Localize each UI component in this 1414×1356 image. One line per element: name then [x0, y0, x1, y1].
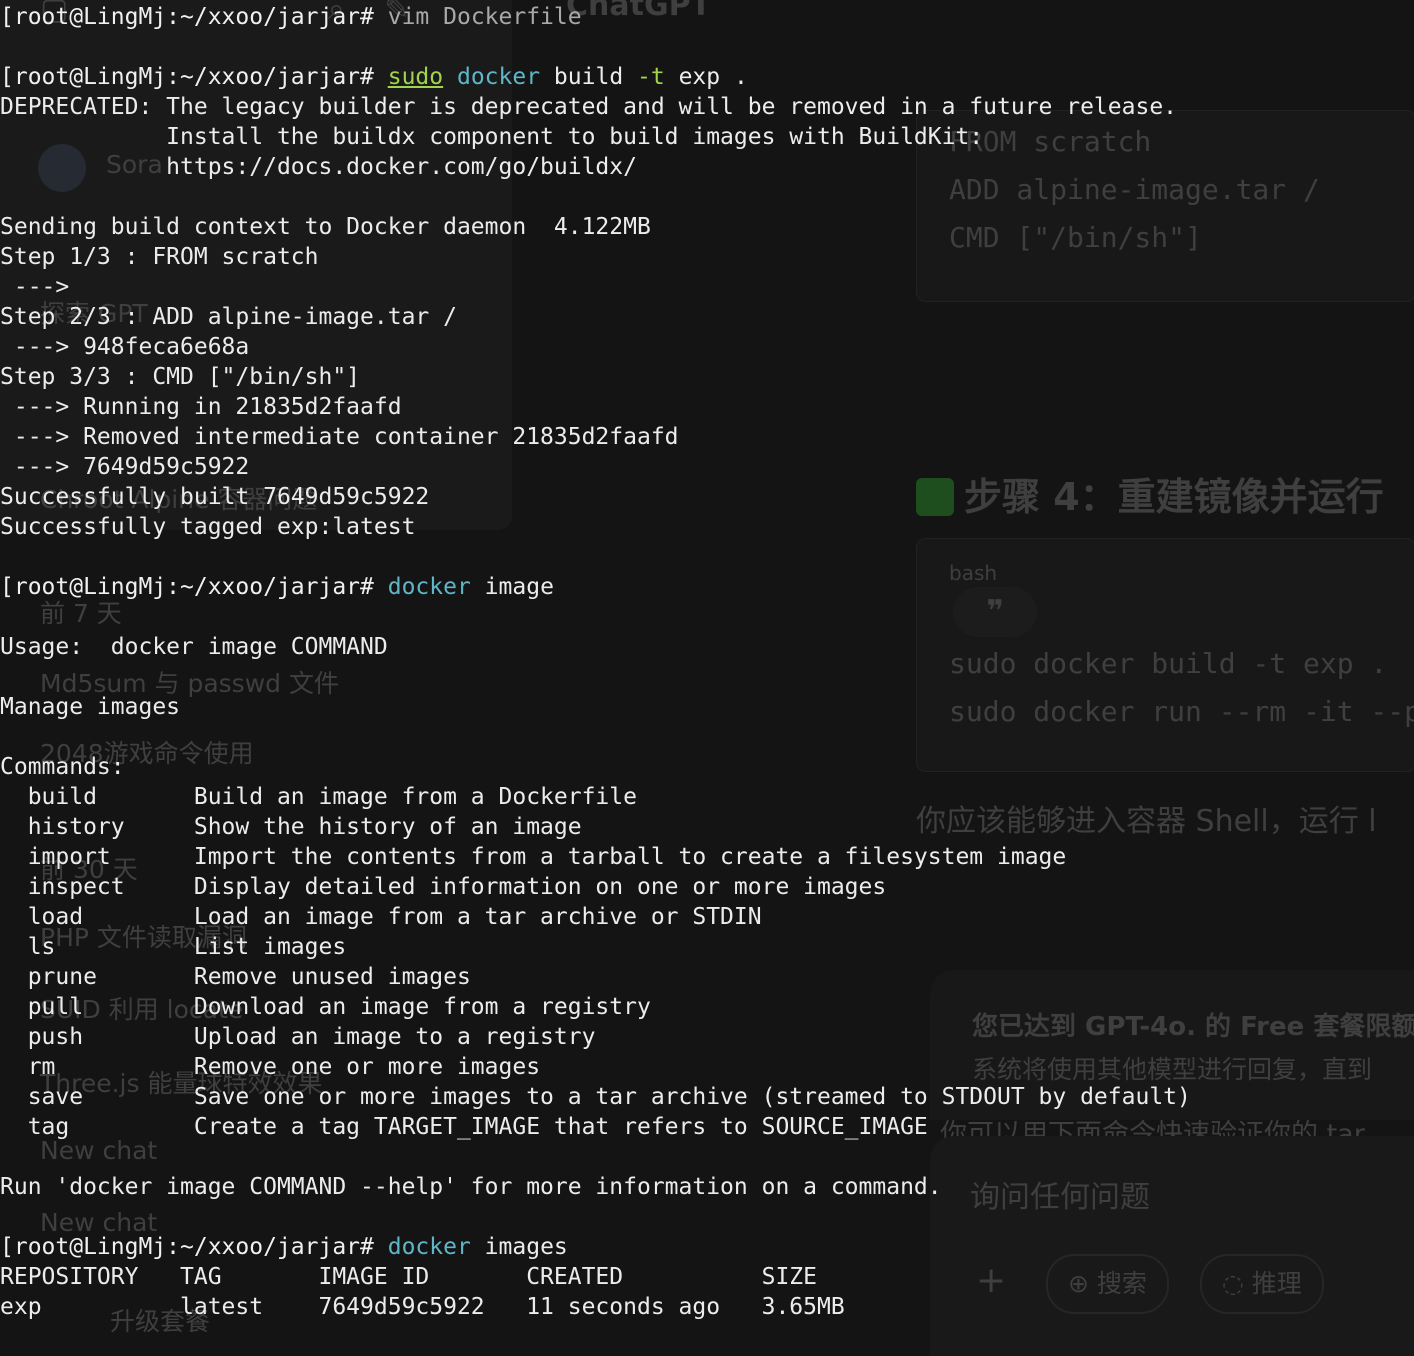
- terminal-text: Commands:: [0, 754, 125, 780]
- terminal-text: ---> 948feca6e68a: [0, 334, 250, 360]
- terminal-line: [root@LingMj:~/xxoo/jarjar# docker image: [0, 572, 1414, 602]
- terminal-text: prune Remove unused images: [0, 964, 471, 990]
- terminal-text: ---> Removed intermediate container 2183…: [0, 424, 679, 450]
- terminal-text: Successfully tagged exp:latest: [0, 514, 416, 540]
- terminal-line: tag Create a tag TARGET_IMAGE that refer…: [0, 1112, 1414, 1142]
- terminal-line: Manage images: [0, 692, 1414, 722]
- terminal-line: [root@LingMj:~/xxoo/jarjar# vim Dockerfi…: [0, 2, 1414, 32]
- terminal-text: exp .: [664, 64, 748, 90]
- terminal-line: exp latest 7649d59c5922 11 seconds ago 3…: [0, 1292, 1414, 1322]
- terminal-text: build Build an image from a Dockerfile: [0, 784, 637, 810]
- terminal-line: history Show the history of an image: [0, 812, 1414, 842]
- terminal-line: Sending build context to Docker daemon 4…: [0, 212, 1414, 242]
- terminal-text: exp latest 7649d59c5922 11 seconds ago 3…: [0, 1294, 845, 1320]
- terminal-line: [root@LingMj:~/xxoo/jarjar# docker image…: [0, 1232, 1414, 1262]
- terminal-line: [root@LingMj:~/xxoo/jarjar# sudo docker …: [0, 62, 1414, 92]
- shell-prompt: [root@LingMj:~/xxoo/jarjar#: [0, 1234, 388, 1260]
- shell-prompt: [root@LingMj:~/xxoo/jarjar#: [0, 574, 388, 600]
- terminal-text: DEPRECATED: The legacy builder is deprec…: [0, 94, 1178, 120]
- terminal-text: tag Create a tag TARGET_IMAGE that refer…: [0, 1114, 928, 1140]
- terminal-line: rm Remove one or more images: [0, 1052, 1414, 1082]
- terminal-line: ---> Removed intermediate container 2183…: [0, 422, 1414, 452]
- terminal-text: Install the buildx component to build im…: [0, 124, 984, 150]
- terminal-line: Commands:: [0, 752, 1414, 782]
- terminal-text: docker: [387, 574, 471, 600]
- terminal-line: ---> Running in 21835d2faafd: [0, 392, 1414, 422]
- terminal-text: Step 2/3 : ADD alpine-image.tar /: [0, 304, 457, 330]
- terminal-line: https://docs.docker.com/go/buildx/: [0, 152, 1414, 182]
- terminal-text: docker: [387, 1234, 471, 1260]
- terminal-text: https://docs.docker.com/go/buildx/: [0, 154, 637, 180]
- terminal-text: --->: [0, 274, 70, 300]
- terminal-line: ---> 948feca6e68a: [0, 332, 1414, 362]
- terminal-text: docker: [456, 64, 541, 90]
- terminal-text: images: [470, 1234, 568, 1260]
- terminal-line: build Build an image from a Dockerfile: [0, 782, 1414, 812]
- terminal-line: Successfully built 7649d59c5922: [0, 482, 1414, 512]
- terminal-text: import Import the contents from a tarbal…: [0, 844, 1067, 870]
- terminal-text: save Save one or more images to a tar ar…: [0, 1084, 1191, 1110]
- terminal-text: REPOSITORY TAG IMAGE ID CREATED SIZE: [0, 1264, 817, 1290]
- terminal-text: Manage images: [0, 694, 181, 720]
- shell-prompt: [root@LingMj:~/xxoo/jarjar#: [0, 4, 388, 30]
- terminal-text: Step 1/3 : FROM scratch: [0, 244, 319, 270]
- terminal-line: DEPRECATED: The legacy builder is deprec…: [0, 92, 1414, 122]
- terminal-text: ---> Running in 21835d2faafd: [0, 394, 402, 420]
- terminal-text: load Load an image from a tar archive or…: [0, 904, 762, 930]
- terminal-line: pull Download an image from a registry: [0, 992, 1414, 1022]
- terminal-line: load Load an image from a tar archive or…: [0, 902, 1414, 932]
- terminal-text: inspect Display detailed information on …: [0, 874, 887, 900]
- terminal-line: ls List images: [0, 932, 1414, 962]
- terminal-text: build: [540, 64, 638, 90]
- terminal-text: push Upload an image to a registry: [0, 1024, 596, 1050]
- shell-prompt: [root@LingMj:~/xxoo/jarjar#: [0, 64, 388, 90]
- terminal-text: history Show the history of an image: [0, 814, 582, 840]
- terminal-line: Step 2/3 : ADD alpine-image.tar /: [0, 302, 1414, 332]
- terminal-text: sudo: [387, 64, 444, 90]
- terminal-line: Usage: docker image COMMAND: [0, 632, 1414, 662]
- terminal-text: rm Remove one or more images: [0, 1054, 541, 1080]
- terminal-line: push Upload an image to a registry: [0, 1022, 1414, 1052]
- terminal-text: vim Dockerfile: [387, 4, 582, 30]
- terminal-line: inspect Display detailed information on …: [0, 872, 1414, 902]
- terminal-text: Step 3/3 : CMD ["/bin/sh"]: [0, 364, 361, 390]
- terminal-line: ---> 7649d59c5922: [0, 452, 1414, 482]
- terminal-text: image: [470, 574, 554, 600]
- terminal-text: Successfully built 7649d59c5922: [0, 484, 430, 510]
- terminal-line: import Import the contents from a tarbal…: [0, 842, 1414, 872]
- terminal-line: save Save one or more images to a tar ar…: [0, 1082, 1414, 1112]
- terminal-line: Install the buildx component to build im…: [0, 122, 1414, 152]
- terminal-line: Step 3/3 : CMD ["/bin/sh"]: [0, 362, 1414, 392]
- terminal-line: REPOSITORY TAG IMAGE ID CREATED SIZE: [0, 1262, 1414, 1292]
- terminal-line: prune Remove unused images: [0, 962, 1414, 992]
- terminal-text: ls List images: [0, 934, 347, 960]
- terminal-line: --->: [0, 272, 1414, 302]
- terminal-text: -t: [637, 64, 665, 90]
- terminal-text: Run 'docker image COMMAND --help' for mo…: [0, 1174, 942, 1200]
- terminal-text: ---> 7649d59c5922: [0, 454, 250, 480]
- terminal-text: Usage: docker image COMMAND: [0, 634, 388, 660]
- terminal-line: Step 1/3 : FROM scratch: [0, 242, 1414, 272]
- terminal-text: pull Download an image from a registry: [0, 994, 651, 1020]
- terminal-output[interactable]: [root@LingMj:~/xxoo/jarjar# vim Dockerfi…: [0, 2, 1414, 1322]
- terminal-line: Run 'docker image COMMAND --help' for mo…: [0, 1172, 1414, 1202]
- terminal-text: Sending build context to Docker daemon 4…: [0, 214, 651, 240]
- terminal-line: Successfully tagged exp:latest: [0, 512, 1414, 542]
